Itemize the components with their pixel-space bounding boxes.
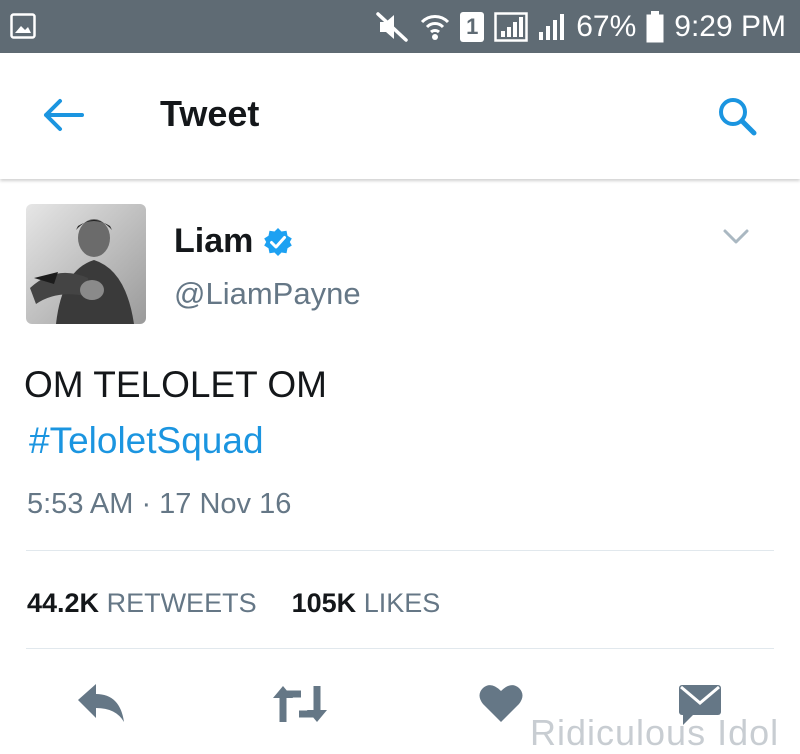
watermark: Ridiculous Idol <box>530 712 780 753</box>
avatar-photo <box>26 204 146 324</box>
clock: 9:29 PM <box>674 10 786 43</box>
retweets-stat[interactable]: 44.2K RETWEETS <box>27 588 264 618</box>
gallery-notification-icon <box>10 13 36 39</box>
page-title: Tweet <box>160 93 260 134</box>
mute-icon <box>376 11 408 42</box>
back-arrow-icon[interactable] <box>40 97 84 133</box>
signal-icon <box>494 11 528 42</box>
battery-icon <box>646 10 664 42</box>
wifi-icon <box>421 14 450 40</box>
retweet-icon[interactable] <box>271 682 329 726</box>
tweet-timestamp: 5:53 AM · 17 Nov 16 <box>27 488 292 520</box>
retweets-label: RETWEETS <box>106 588 257 618</box>
hashtag-link[interactable]: #TeloletSquad <box>29 420 264 462</box>
avatar[interactable] <box>26 204 146 324</box>
sim-1-icon: 1 <box>460 11 485 42</box>
app-toolbar: Tweet <box>0 53 800 179</box>
signal-icon <box>539 13 565 40</box>
tweet-text: OM TELOLET OM <box>24 364 327 405</box>
reply-icon[interactable] <box>76 682 128 726</box>
author-handle[interactable]: @LiamPayne <box>174 276 361 312</box>
likes-stat[interactable]: 105K LIKES <box>292 588 441 618</box>
chevron-down-icon[interactable] <box>722 228 750 246</box>
like-icon[interactable] <box>478 682 524 724</box>
status-bar: 1 67% 9:29 PM <box>0 0 800 53</box>
divider <box>26 550 774 551</box>
likes-label: LIKES <box>363 588 441 618</box>
retweets-count: 44.2K <box>27 588 100 618</box>
divider <box>26 648 774 649</box>
verified-badge-icon <box>264 227 293 256</box>
author-row: Liam <box>174 222 293 261</box>
search-icon[interactable] <box>716 95 758 137</box>
author-name[interactable]: Liam <box>174 222 253 261</box>
likes-count: 105K <box>291 588 357 618</box>
battery-percent: 67% <box>576 10 637 43</box>
tweet-stats: 44.2K RETWEETS 105K LIKES <box>27 588 440 619</box>
